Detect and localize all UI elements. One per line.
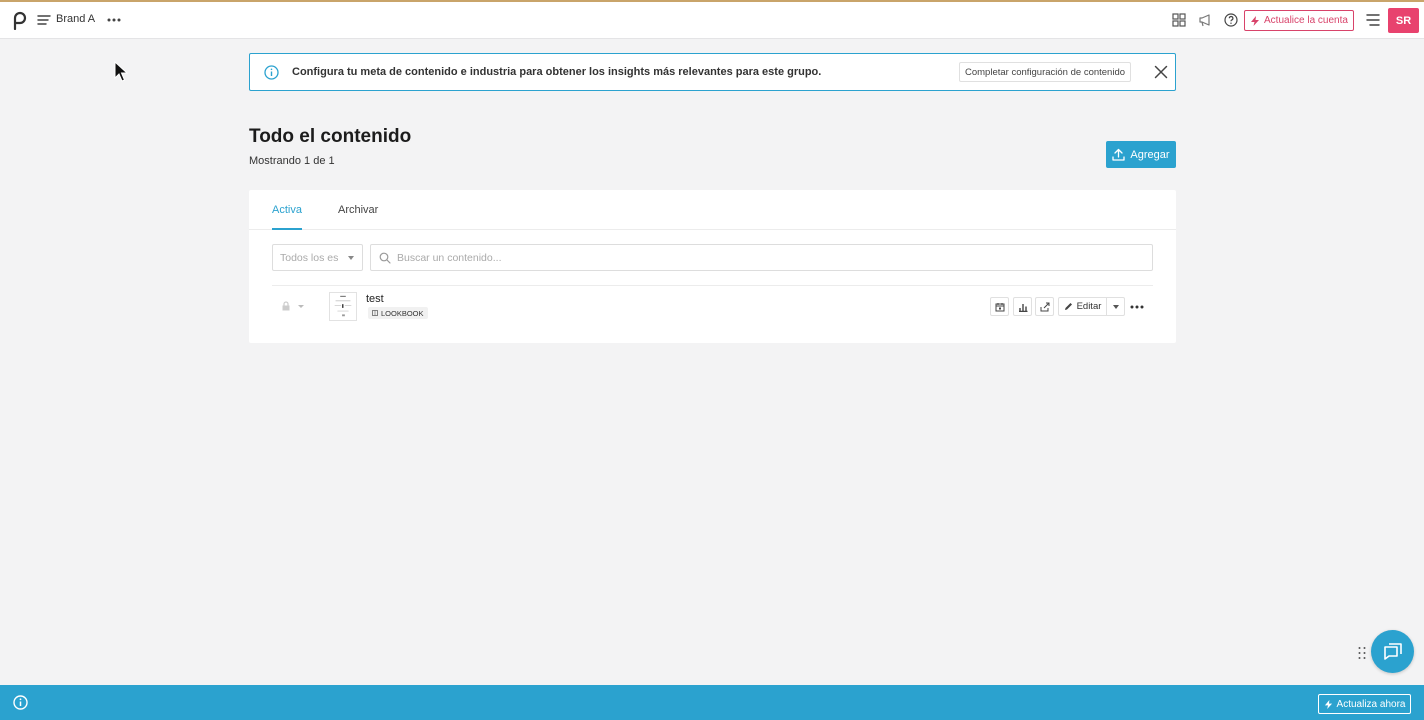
lightning-icon [1251,15,1260,26]
more-options-icon[interactable] [1129,299,1145,315]
edit-options-dropdown[interactable] [1106,297,1125,316]
results-count: Mostrando 1 de 1 [249,155,335,167]
complete-setup-button[interactable]: Completar configuración de contenido [959,62,1132,82]
upgrade-now-button[interactable]: Actualiza ahora [1318,694,1411,714]
share-icon [1040,302,1049,311]
user-avatar[interactable]: SR [1388,8,1419,33]
content-type-label: LOOKBOOK [381,308,424,318]
search-box [370,244,1153,271]
upgrade-account-button[interactable]: Actualice la cuenta [1244,10,1354,31]
edit-label: Editar [1076,301,1102,312]
menu-lines-icon[interactable] [37,13,51,27]
drag-handle-icon[interactable] [1357,646,1367,660]
hamburger-menu-icon[interactable] [1366,14,1380,26]
upload-icon [1112,148,1126,161]
share-button[interactable] [1035,297,1054,316]
row-divider [272,285,1153,286]
content-panel: Activa Archivar Todos los es test LOOKBO… [249,190,1176,343]
calendar-icon [995,302,1004,311]
info-icon[interactable] [13,695,28,710]
add-content-label: Agregar [1130,148,1170,161]
mouse-cursor-icon [114,61,128,82]
content-type-badge: LOOKBOOK [368,307,428,319]
book-icon [372,310,378,316]
more-options-icon[interactable] [106,12,122,28]
close-icon[interactable] [1154,65,1168,79]
content-thumbnail[interactable] [329,292,357,321]
add-content-button[interactable]: Agregar [1106,141,1176,168]
analytics-button[interactable] [1013,297,1032,316]
megaphone-icon[interactable] [1198,13,1212,27]
help-icon[interactable] [1224,13,1238,27]
search-icon [379,252,391,264]
search-input[interactable] [397,246,1137,269]
chat-icon [1383,642,1402,660]
chevron-down-icon [1113,305,1119,309]
brand-selector[interactable]: Brand A [56,13,95,25]
schedule-button[interactable] [990,297,1009,316]
info-icon [264,65,279,80]
lock-icon[interactable] [281,301,291,311]
upgrade-now-label: Actualiza ahora [1336,698,1406,710]
banner-message: Configura tu meta de contenido e industr… [292,66,822,78]
bottom-upgrade-bar: Actualiza ahora [0,685,1424,720]
upgrade-account-label: Actualice la cuenta [1264,15,1348,26]
app-logo-icon[interactable] [10,10,28,30]
status-filter-select[interactable]: Todos los es [272,244,363,271]
chevron-down-icon [348,256,354,260]
apps-grid-icon[interactable] [1172,13,1186,27]
tab-active[interactable]: Activa [272,204,302,230]
setup-info-banner: Configura tu meta de contenido e industr… [249,53,1176,91]
pencil-icon [1064,303,1072,310]
top-navigation-bar: Brand A Actualice la cuenta SR [0,0,1424,39]
page-title: Todo el contenido [249,126,412,147]
chat-launcher-button[interactable] [1371,630,1414,673]
status-filter-value: Todos los es [280,251,339,264]
bar-chart-icon [1018,303,1027,312]
tab-archive[interactable]: Archivar [338,204,378,230]
lightning-icon [1324,699,1332,709]
content-title[interactable]: test [366,293,384,305]
content-tabs: Activa Archivar [249,190,1176,230]
chevron-down-icon[interactable] [298,305,304,308]
edit-button[interactable]: Editar [1058,297,1107,316]
